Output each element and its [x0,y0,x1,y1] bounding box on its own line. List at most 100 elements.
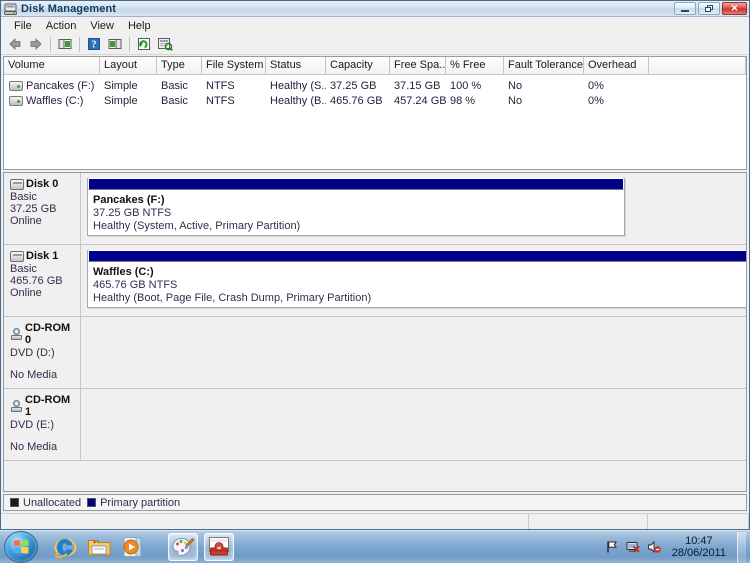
partition-color-bar [88,250,746,262]
window-controls: ✕ [674,2,747,15]
cell-layout: Simple [104,79,138,92]
partition-health: Healthy (Boot, Page File, Crash Dump, Pr… [93,292,372,304]
flag-action-center-icon[interactable] [605,540,619,554]
cell-overhead: 0% [588,94,604,107]
column-header-status[interactable]: Status [266,57,326,74]
menu-file[interactable]: File [7,19,39,33]
menubar: File Action View Help [1,17,749,34]
show-desktop-button[interactable] [737,531,746,563]
disk-title: CD-ROM 0 [10,322,76,346]
cell-percent-free: 100 % [450,79,482,92]
disk-row[interactable]: Disk 1 Basic 465.76 GB Online Waffles (C… [4,245,746,317]
console-content: Volume Layout Type File System Status Ca… [1,55,749,513]
legend: Unallocated Primary partition [3,494,747,511]
disk-row[interactable]: Disk 0 Basic 37.25 GB Online Pancakes (F… [4,173,746,245]
disk-status: No Media [10,369,58,381]
disk-info-panel[interactable]: Disk 0 Basic 37.25 GB Online [4,173,81,244]
clock-time: 10:47 [685,535,713,547]
disk-size: 37.25 GB [10,203,57,215]
disk-name: CD-ROM 1 [25,394,71,418]
column-header-layout[interactable]: Layout [100,57,157,74]
legend-item-unallocated: Unallocated [10,497,81,509]
column-header-overhead[interactable]: Overhead [584,57,649,74]
column-header-percent-free[interactable]: % Free [446,57,504,74]
refresh-icon[interactable] [134,35,154,54]
disk-management-window: Disk Management ✕ File Action View Help [0,0,750,530]
volume-drive-icon [9,80,23,91]
partition-block[interactable]: Waffles (C:) 465.76 GB NTFS Healthy (Boo… [87,250,746,308]
cell-layout: Simple [104,94,138,107]
disk-icon [10,178,24,190]
show-hide-action-pane-icon[interactable] [105,35,125,54]
maximize-button[interactable] [698,2,720,15]
menu-help[interactable]: Help [121,19,158,33]
titlebar[interactable]: Disk Management ✕ [1,1,749,17]
column-header-fault-tolerance[interactable]: Fault Tolerance [504,57,584,74]
clock-date: 28/06/2011 [671,547,726,559]
menu-view[interactable]: View [83,19,121,33]
cell-volume-label: Waffles (C:) [26,94,84,107]
column-header-free-space[interactable]: Free Spa... [390,57,446,74]
partition-name: Pancakes (F:) [93,194,165,206]
cell-file-system: NTFS [206,94,235,107]
partition-details: Pancakes (F:) 37.25 GB NTFS Healthy (Sys… [88,190,624,238]
close-button[interactable]: ✕ [722,2,747,15]
cell-type: Basic [161,79,188,92]
quick-launch [50,533,148,561]
cell-capacity: 37.25 GB [330,79,377,92]
minimize-button[interactable] [674,2,696,15]
disk-size: 465.76 GB [10,275,63,287]
disk-graphical-pane[interactable]: Disk 0 Basic 37.25 GB Online Pancakes (F… [3,172,747,492]
disk-type: Basic [10,191,37,203]
table-row[interactable]: Pancakes (F:) Simple Basic NTFS Healthy … [4,78,746,93]
rescan-disks-icon[interactable] [155,35,175,54]
start-button[interactable] [4,531,38,563]
help-icon[interactable]: ? [84,35,104,54]
show-hide-console-tree-icon[interactable] [55,35,75,54]
column-header-type[interactable]: Type [157,57,202,74]
disk-info-panel[interactable]: CD-ROM 1 DVD (E:) No Media [4,389,81,460]
column-header-volume[interactable]: Volume [4,57,100,74]
cell-volume: Pancakes (F:) [4,80,100,92]
volume-muted-icon[interactable] [647,540,661,554]
legend-item-primary-partition: Primary partition [87,497,180,509]
system-tray: 10:47 28/06/2011 [605,531,750,563]
disk-info-panel[interactable]: Disk 1 Basic 465.76 GB Online [4,245,81,316]
internet-explorer-icon[interactable] [50,533,80,561]
partition-block[interactable]: Pancakes (F:) 37.25 GB NTFS Healthy (Sys… [87,178,625,236]
partition-color-bar [88,178,624,190]
disk-status: Online [10,287,42,299]
column-header-filler[interactable] [649,57,746,74]
toolbar-separator [129,36,130,52]
disk-row[interactable]: CD-ROM 0 DVD (D:) No Media [4,317,746,389]
disk-row[interactable]: CD-ROM 1 DVD (E:) No Media [4,389,746,461]
desktop: Disk Management ✕ File Action View Help [0,0,750,563]
statusbar-message [1,514,529,529]
disk-type: Basic [10,263,37,275]
menu-action[interactable]: Action [39,19,84,33]
toolbox-icon[interactable] [204,533,234,561]
toolbar-separator [79,36,80,52]
cell-volume: Waffles (C:) [4,95,100,107]
statusbar [1,513,749,529]
column-header-capacity[interactable]: Capacity [326,57,390,74]
taskbar-tasks [168,533,234,561]
network-icon[interactable] [626,540,640,554]
cell-fault-tolerance: No [508,79,523,92]
windows-media-player-icon[interactable] [118,533,148,561]
windows-explorer-icon[interactable] [84,533,114,561]
partition-name: Waffles (C:) [93,266,154,278]
disk-partition-area [81,389,746,460]
paint-icon[interactable] [168,533,198,561]
disk-name: CD-ROM 0 [25,322,71,346]
back-icon[interactable] [5,35,25,54]
table-row[interactable]: Waffles (C:) Simple Basic NTFS Healthy (… [4,93,746,108]
volume-list-pane[interactable]: Volume Layout Type File System Status Ca… [3,56,747,170]
forward-icon[interactable] [26,35,46,54]
column-header-file-system[interactable]: File System [202,57,266,74]
partition-health: Healthy (System, Active, Primary Partiti… [93,220,301,232]
disk-info-panel[interactable]: CD-ROM 0 DVD (D:) No Media [4,317,81,388]
disk-title: Disk 0 [10,178,76,190]
cdrom-icon [10,400,23,412]
clock[interactable]: 10:47 28/06/2011 [668,535,730,559]
